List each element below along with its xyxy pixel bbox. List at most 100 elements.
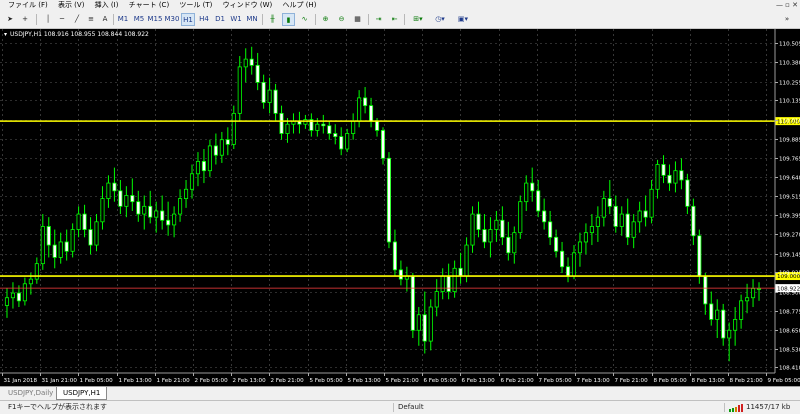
channel-icon[interactable]: ≡ (85, 13, 97, 26)
candle-body-bear (531, 183, 534, 191)
chart-shift-icon[interactable]: ⇤ (388, 13, 401, 26)
y-tick-label: 109.885 (779, 138, 800, 144)
menu-file[interactable]: ファイル (F) (0, 0, 48, 11)
menu-view[interactable]: 表示 (V) (50, 0, 84, 11)
toolbar-separator (113, 14, 114, 25)
candle (519, 195, 522, 238)
zoom-in-icon[interactable]: ⊕ (319, 13, 332, 26)
candle-body-bear (250, 59, 253, 65)
candle-body-bull (471, 214, 474, 245)
candle-body-bull (465, 245, 468, 276)
candle (411, 273, 414, 338)
periods-icon[interactable]: ◷▾ (430, 13, 450, 26)
toolbar: ➤ + │ ─ ╱ ≡ A M1 M5 M15 M30 H1 H4 D1 W1 … (0, 11, 800, 29)
crosshair-icon[interactable]: + (19, 13, 31, 26)
timeframe-h1[interactable]: H1 (181, 13, 195, 26)
timeframe-m5[interactable]: M5 (132, 13, 146, 26)
tab-usdjpy-h1[interactable]: USDJPY,H1 (56, 387, 107, 400)
candle-body-bull (143, 206, 146, 214)
horizontal-line-icon[interactable]: ─ (56, 13, 68, 26)
menu-chart[interactable]: チャート (C) (121, 0, 170, 11)
candle-body-bear (363, 98, 366, 106)
candle-body-bull (59, 242, 62, 257)
candle-body-bull (316, 124, 319, 130)
candle-body-bull (441, 276, 444, 291)
connection-bars-icon (729, 404, 743, 412)
candle-body-bull (155, 211, 158, 217)
x-tick-label: 7 Feb 13:00 (577, 378, 611, 384)
y-tick-label: 109.395 (779, 214, 800, 220)
candle-body-bull (23, 284, 26, 301)
candle-body-bull (208, 146, 211, 171)
x-tick-label: 31 Jan 2018 (4, 378, 38, 384)
candle-body-bull (596, 217, 599, 226)
candle-body-bear (459, 268, 462, 276)
y-tick-label: 110.505 (779, 42, 800, 48)
candle-body-bear (65, 242, 68, 251)
candle-body-bear (686, 180, 689, 206)
candle-body-bear (387, 158, 390, 242)
timeframe-h4[interactable]: H4 (197, 13, 211, 26)
candle-body-bull (196, 161, 199, 173)
candle-body-bull (107, 183, 110, 198)
candle-body-bull (632, 222, 635, 237)
x-tick-label: 1 Feb 13:00 (119, 378, 153, 384)
toolbar-separator (36, 14, 37, 25)
candle-body-bear (662, 164, 665, 175)
y-tick-label: 109.145 (779, 253, 800, 259)
status-profile[interactable]: Default (398, 401, 424, 414)
tab-usdjpy-daily[interactable]: USDJPY,Daily (2, 387, 59, 399)
autoscroll-icon[interactable]: ⇥ (372, 13, 385, 26)
y-tick-label: 110.135 (779, 99, 800, 105)
x-tick-label: 7 Feb 05:00 (539, 378, 573, 384)
candlestick-chart[interactable]: 110.000109.000108.922 110.505110.380110.… (0, 29, 800, 386)
line-chart-icon[interactable]: ∿ (298, 13, 311, 26)
candle-body-bear (668, 175, 671, 183)
candle-body-bear (537, 191, 540, 211)
bar-chart-icon[interactable]: ╫ (266, 13, 279, 26)
candle-body-bull (739, 301, 742, 320)
candle-body-bear (166, 220, 169, 225)
toolbar-more-icon[interactable]: » (780, 13, 794, 26)
tile-icon[interactable]: ▦ (351, 13, 364, 26)
candle-body-bear (393, 242, 396, 270)
candle-body-bear (644, 211, 647, 217)
chart-window[interactable]: 110.000109.000108.922 110.505110.380110.… (0, 29, 800, 386)
candle-body-bear (554, 237, 557, 251)
candle-body-bull (572, 253, 575, 276)
vertical-line-icon[interactable]: │ (42, 13, 54, 26)
zoom-out-icon[interactable]: ⊖ (335, 13, 348, 26)
candle-body-bull (650, 189, 653, 217)
timeframe-w1[interactable]: W1 (229, 13, 243, 26)
candle-body-bull (734, 319, 737, 330)
candle-body-bear (161, 211, 164, 220)
menu-help[interactable]: ヘルプ (H) (274, 0, 316, 11)
menu-insert[interactable]: 挿入 (I) (87, 0, 119, 11)
candle-body-bear (680, 171, 683, 180)
x-tick-label: 6 Feb 05:00 (424, 378, 458, 384)
timeframe-m30[interactable]: M30 (164, 13, 180, 26)
candle-body-bear (334, 134, 337, 137)
indicators-icon[interactable]: ⊞▾ (408, 13, 428, 26)
status-divider (724, 403, 725, 412)
templates-icon[interactable]: ▣▾ (453, 13, 473, 26)
menu-tools[interactable]: ツール (T) (171, 0, 212, 11)
x-tick-label: 6 Feb 21:00 (501, 378, 535, 384)
candle-body-bull (578, 242, 581, 253)
y-tick-label: 108.900 (779, 291, 800, 297)
x-tick-label: 5 Feb 05:00 (310, 378, 344, 384)
window-controls[interactable]: — ▫ ✕ (776, 0, 798, 11)
x-tick-label: 9 Feb 05:00 (768, 378, 800, 384)
candle-body-bear (149, 206, 152, 217)
menu-window[interactable]: ウィンドウ (W) (215, 0, 273, 11)
timeframe-m15[interactable]: M15 (147, 13, 163, 26)
trendline-icon[interactable]: ╱ (71, 13, 83, 26)
timeframe-d1[interactable]: D1 (213, 13, 227, 26)
candlestick-icon[interactable]: ▮ (282, 13, 295, 26)
cursor-icon[interactable]: ➤ (4, 13, 16, 26)
chart-arrow-icon: ▾ (4, 31, 7, 38)
text-icon[interactable]: A (99, 13, 111, 26)
timeframe-m1[interactable]: M1 (116, 13, 130, 26)
candle-body-bear (614, 206, 617, 226)
timeframe-mn[interactable]: MN (245, 13, 259, 26)
